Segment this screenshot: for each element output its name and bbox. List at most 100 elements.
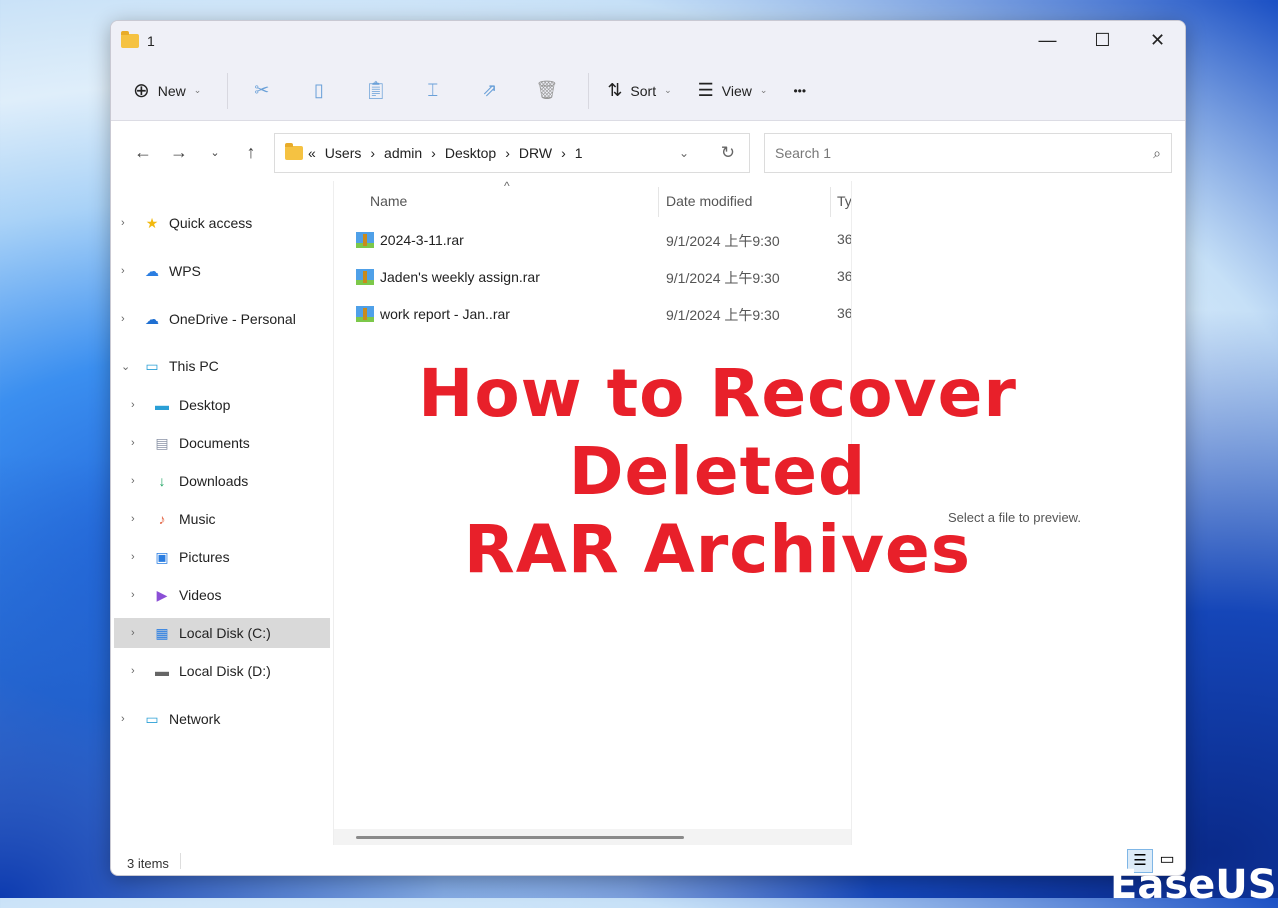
title-line-1: How to Recover Deleted xyxy=(418,355,1017,510)
breadcrumb-admin[interactable]: admin xyxy=(384,145,422,161)
chevron-right-icon[interactable]: › xyxy=(131,513,145,525)
sort-ascending-icon: ^ xyxy=(504,179,510,193)
column-divider[interactable] xyxy=(830,187,831,217)
sidebar-item-label: Videos xyxy=(179,587,222,603)
view-label: View xyxy=(721,82,752,99)
sidebar-item-label: Music xyxy=(179,511,216,527)
search-input[interactable]: Search 1 ⌕ xyxy=(764,133,1172,173)
sort-label: Sort xyxy=(630,82,657,99)
scrollbar-thumb[interactable] xyxy=(356,836,684,839)
view-button[interactable]: ☰ View ⌄ xyxy=(698,80,768,101)
sidebar-item-label: Network xyxy=(169,711,221,727)
sidebar-item-label: Pictures xyxy=(179,549,230,565)
minimize-button[interactable]: — xyxy=(1020,21,1075,59)
table-row[interactable]: Jaden's weekly assign.rar 9/1/2024 上午9:30… xyxy=(334,264,852,290)
navigation-pane: › ★ Quick access › ☁ WPS › ☁ OneDrive - Personal… xyxy=(111,181,331,845)
column-header-type[interactable]: Ty xyxy=(837,193,852,209)
sidebar-item-local-disk-d[interactable]: › ▬ Local Disk (D:) xyxy=(111,656,327,686)
sidebar-item-icon: ▭ xyxy=(145,710,159,727)
share-icon[interactable]: ⇗ xyxy=(474,80,505,101)
sidebar-item-label: This PC xyxy=(169,358,219,374)
breadcrumb-users[interactable]: Users xyxy=(325,145,362,161)
divider xyxy=(227,72,229,109)
chevron-right-icon[interactable]: › xyxy=(131,627,145,639)
horizontal-scrollbar[interactable] xyxy=(334,829,851,845)
sidebar-item-downloads[interactable]: › ↓ Downloads xyxy=(111,466,327,496)
forward-button[interactable]: → xyxy=(161,142,197,163)
sidebar-item-label: Quick access xyxy=(169,215,253,231)
sidebar-item-icon: ↓ xyxy=(158,473,166,489)
breadcrumb-separator[interactable]: › xyxy=(505,145,510,161)
paste-icon[interactable]: 📋︎ xyxy=(360,80,391,101)
breadcrumb-separator[interactable]: › xyxy=(370,145,375,161)
sidebar-item-documents[interactable]: › ▤ Documents xyxy=(111,428,327,458)
sidebar-item-wps[interactable]: › ☁ WPS xyxy=(111,256,327,286)
refresh-icon[interactable]: ↻ xyxy=(721,143,735,163)
address-bar[interactable]: « Users › admin › Desktop › DRW › 1 ⌄ ↻ xyxy=(274,133,750,173)
sidebar-item-quick-access[interactable]: › ★ Quick access xyxy=(111,208,327,238)
sidebar-item-this-pc[interactable]: ⌄ ▭ This PC xyxy=(111,351,327,381)
chevron-down-icon[interactable]: ⌄ xyxy=(121,360,135,373)
breadcrumb-desktop[interactable]: Desktop xyxy=(445,145,496,161)
breadcrumb-separator[interactable]: › xyxy=(431,145,436,161)
sidebar-item-label: Downloads xyxy=(179,473,249,489)
sidebar-item-local-disk-c[interactable]: › ▦ Local Disk (C:) xyxy=(114,618,330,648)
overflow-chevron[interactable]: « xyxy=(308,145,316,161)
chevron-right-icon[interactable]: › xyxy=(131,589,145,601)
recent-dropdown[interactable]: ⌄ xyxy=(197,146,233,159)
sidebar-item-icon: ☁ xyxy=(145,262,159,279)
sort-button[interactable]: ⇅ Sort ⌄ xyxy=(607,80,671,101)
view-icon: ☰ xyxy=(697,80,714,100)
file-type: 36 xyxy=(837,305,851,321)
history-dropdown-icon[interactable]: ⌄ xyxy=(679,146,689,160)
delete-icon[interactable]: 🗑︎ xyxy=(531,80,562,101)
sidebar-item-icon: ▣ xyxy=(155,548,169,565)
file-date: 9/1/2024 上午9:30 xyxy=(666,233,780,249)
more-options-button[interactable]: ••• xyxy=(793,84,806,98)
column-divider[interactable] xyxy=(658,187,659,217)
back-button[interactable]: ← xyxy=(125,142,161,163)
table-row[interactable]: work report - Jan..rar 9/1/2024 上午9:30 36 xyxy=(334,301,852,327)
status-item-count: 3 items xyxy=(127,856,169,871)
chevron-right-icon[interactable]: › xyxy=(131,551,145,563)
rar-archive-icon xyxy=(356,232,374,248)
rar-archive-icon xyxy=(356,269,374,285)
chevron-right-icon[interactable]: › xyxy=(131,665,145,677)
rename-icon[interactable]: ⌶ xyxy=(417,80,448,101)
sidebar-item-icon: ▬ xyxy=(155,397,169,413)
chevron-right-icon[interactable]: › xyxy=(131,399,145,411)
chevron-down-icon: ⌄ xyxy=(193,85,202,95)
chevron-right-icon[interactable]: › xyxy=(131,475,145,487)
sidebar-item-pictures[interactable]: › ▣ Pictures xyxy=(111,542,327,572)
sidebar-item-icon: ★ xyxy=(145,214,159,231)
column-header-name[interactable]: Name xyxy=(370,193,407,209)
breadcrumb-1[interactable]: 1 xyxy=(575,145,583,161)
sidebar-item-label: Documents xyxy=(179,435,250,451)
window-title: 1 xyxy=(147,33,155,49)
rar-archive-icon xyxy=(356,306,374,322)
chevron-right-icon[interactable]: › xyxy=(121,217,135,229)
column-header-date[interactable]: Date modified xyxy=(666,193,752,209)
chevron-right-icon[interactable]: › xyxy=(121,265,135,277)
table-row[interactable]: 2024-3-11.rar 9/1/2024 上午9:30 36 xyxy=(334,227,852,253)
sidebar-item-onedrive-personal[interactable]: › ☁ OneDrive - Personal xyxy=(111,304,327,334)
copy-icon[interactable]: ▯ xyxy=(303,80,334,101)
chevron-right-icon[interactable]: › xyxy=(131,437,145,449)
search-placeholder: Search 1 xyxy=(775,145,832,161)
new-button[interactable]: ⊕ New ⌄ xyxy=(133,78,201,103)
chevron-right-icon[interactable]: › xyxy=(121,713,135,725)
sidebar-item-label: WPS xyxy=(169,263,201,279)
easeus-logo: EaseUS® xyxy=(1110,862,1278,908)
sidebar-item-desktop[interactable]: › ▬ Desktop xyxy=(111,390,327,420)
sidebar-item-music[interactable]: › ♪ Music xyxy=(111,504,327,534)
breadcrumb-drw[interactable]: DRW xyxy=(519,145,552,161)
sidebar-item-network[interactable]: › ▭ Network xyxy=(111,704,327,734)
maximize-button[interactable]: ☐ xyxy=(1075,21,1130,59)
sidebar-item-videos[interactable]: › ▶ Videos xyxy=(111,580,327,610)
article-title-overlay: How to Recover Deleted RAR Archives xyxy=(330,355,1105,589)
close-button[interactable]: ✕ xyxy=(1130,21,1185,59)
cut-icon[interactable]: ✂ xyxy=(246,80,277,101)
breadcrumb-separator[interactable]: › xyxy=(561,145,566,161)
chevron-right-icon[interactable]: › xyxy=(121,313,135,325)
up-button[interactable]: ↑ xyxy=(233,142,269,163)
